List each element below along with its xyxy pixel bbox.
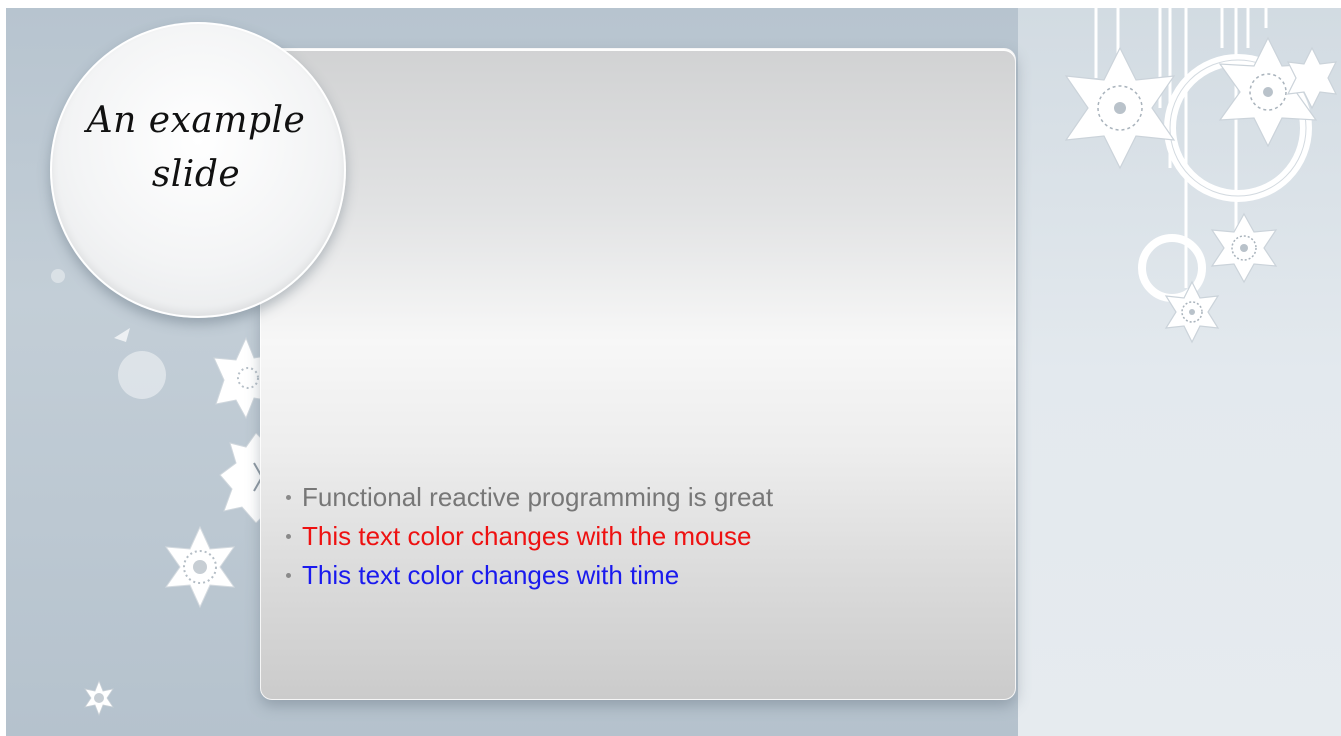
bullet-item: Functional reactive programming is great	[284, 478, 773, 517]
bullet-text: Functional reactive programming is great	[302, 482, 774, 512]
snowflake-icon	[164, 525, 236, 609]
slide-title-line-1: An example	[86, 100, 306, 141]
snowflake-icon	[219, 433, 266, 523]
hanging-ornaments-decoration	[1064, 8, 1338, 344]
bullet-dot-icon	[286, 573, 291, 578]
bullet-text: This text color changes with the mouse	[302, 521, 752, 551]
bullet-list: Functional reactive programming is great…	[284, 478, 773, 595]
slide-canvas: An example slide Functional reactive pro…	[6, 8, 1341, 736]
content-card	[260, 48, 1016, 700]
snowflake-icon	[84, 680, 114, 716]
snowflake-icon	[213, 336, 266, 420]
bullet-item: This text color changes with the mouse	[284, 517, 773, 556]
slide-title-line-2: slide	[151, 154, 241, 195]
bullet-item: This text color changes with time	[284, 556, 773, 595]
bullet-text: This text color changes with time	[302, 560, 680, 590]
bullet-dot-icon	[286, 495, 291, 500]
bullet-dot-icon	[286, 534, 291, 539]
slide-title: An example slide	[50, 94, 342, 202]
